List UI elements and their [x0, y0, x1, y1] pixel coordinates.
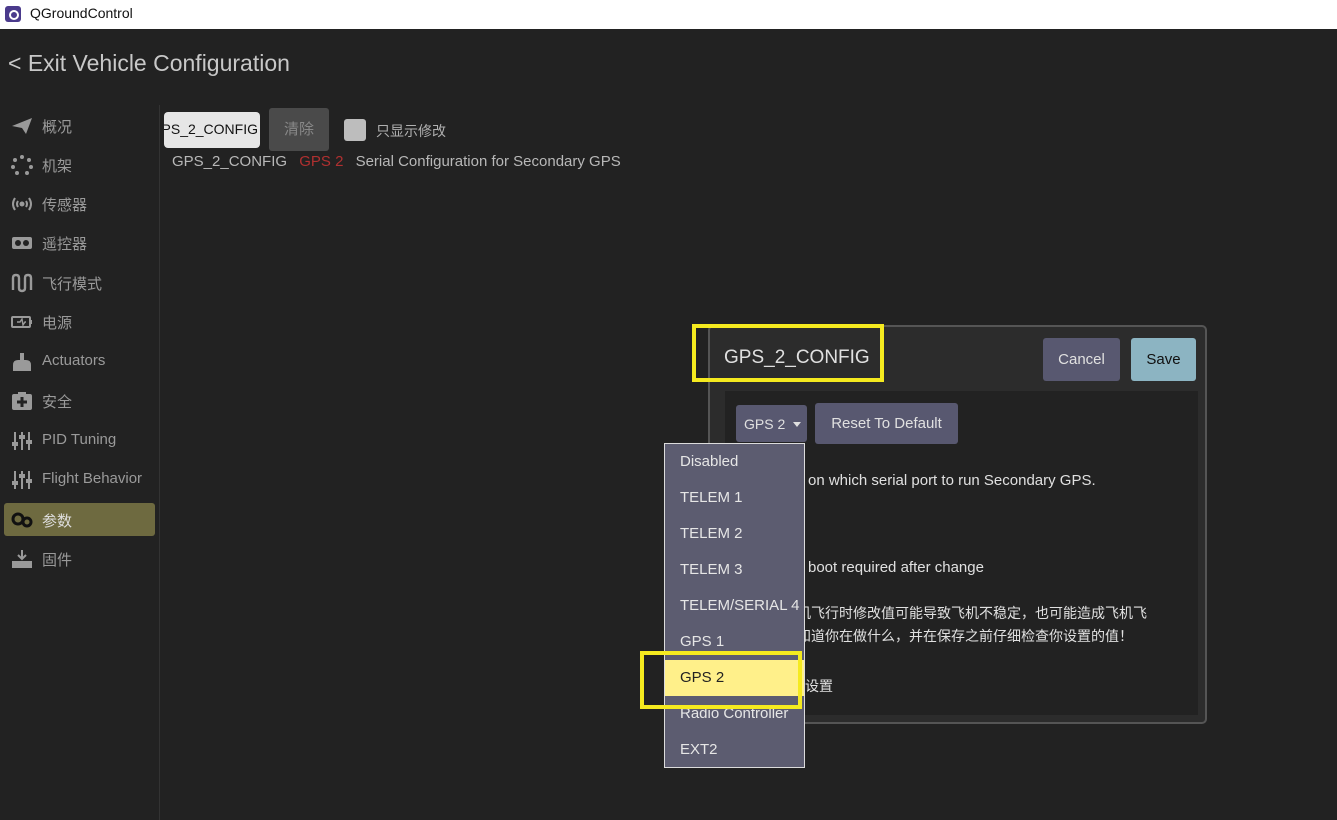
- advanced-settings-label[interactable]: 设置: [805, 676, 833, 696]
- dropdown-option[interactable]: Radio Controller: [665, 696, 804, 732]
- sidebar-item-flight-modes[interactable]: 飞行模式: [4, 266, 155, 299]
- battery-icon: [11, 312, 33, 332]
- qgroundcontrol-app-icon: [5, 6, 21, 22]
- dropdown-option[interactable]: EXT2: [665, 732, 804, 768]
- firmware-download-icon: [11, 549, 33, 569]
- parameter-row[interactable]: GPS_2_CONFIG GPS 2 Serial Configuration …: [172, 153, 621, 170]
- sidebar-item-flight-behavior[interactable]: Flight Behavior: [4, 463, 155, 496]
- cancel-button[interactable]: Cancel: [1043, 338, 1120, 381]
- gears-icon: [11, 510, 33, 530]
- parameter-name: GPS_2_CONFIG: [172, 153, 288, 170]
- sliders-icon: [11, 470, 33, 490]
- gamepad-icon: [11, 233, 33, 253]
- clear-button[interactable]: 清除: [269, 108, 329, 151]
- sidebar-item-label: 机架: [42, 158, 73, 175]
- sidebar-item-label: 参数: [42, 513, 73, 530]
- save-button[interactable]: Save: [1131, 338, 1196, 381]
- paper-plane-icon: [11, 116, 33, 136]
- parameter-long-description: on which serial port to run Secondary GP…: [808, 472, 1096, 489]
- sidebar-item-label: 电源: [42, 315, 73, 332]
- parameter-description: Serial Configuration for Secondary GPS: [355, 153, 621, 170]
- warning-text-line-1: 飞机飞行时修改值可能导致飞机不稳定，也可能造成飞机飞: [783, 606, 1147, 622]
- sidebar-item-airframe[interactable]: 机架: [4, 148, 155, 181]
- dropdown-option[interactable]: TELEM 2: [665, 516, 804, 552]
- dropdown-option[interactable]: TELEM/SERIAL 4: [665, 588, 804, 624]
- title-bar: QGroundControl: [0, 0, 1337, 29]
- sidebar-item-summary[interactable]: 概况: [4, 109, 155, 142]
- caret-down-icon: [793, 422, 801, 427]
- actuator-icon: [11, 352, 33, 372]
- parameter-value: GPS 2: [299, 153, 344, 170]
- sidebar-item-power[interactable]: 电源: [4, 305, 155, 338]
- dialog-title: GPS_2_CONFIG: [724, 347, 870, 368]
- sidebar-item-firmware[interactable]: 固件: [4, 542, 155, 575]
- frame-dots-icon: [11, 155, 33, 175]
- show-modified-label: 只显示修改: [376, 124, 446, 140]
- warning-text-line-2: 你知道你在做什么，并在保存之前仔细检查你设置的值！: [783, 629, 1133, 645]
- exit-vehicle-configuration-link[interactable]: < Exit Vehicle Configuration: [8, 50, 290, 77]
- combobox-value: GPS 2: [744, 416, 786, 432]
- sidebar-item-label: 传感器: [42, 197, 88, 214]
- dropdown-option[interactable]: TELEM 3: [665, 552, 804, 588]
- sidebar-item-parameters[interactable]: 参数: [4, 503, 155, 536]
- sidebar-item-label: 飞行模式: [42, 276, 103, 293]
- value-combobox[interactable]: GPS 2: [736, 405, 807, 442]
- sidebar-item-pid-tuning[interactable]: PID Tuning: [4, 424, 155, 457]
- sidebar: 概况 机架 传感器 遥控器 飞行模式 电源 Actuators 安全 PID T…: [0, 105, 160, 820]
- safety-plus-icon: [11, 391, 33, 411]
- value-dropdown-list: Disabled TELEM 1 TELEM 2 TELEM 3 TELEM/S…: [664, 443, 805, 768]
- dropdown-option[interactable]: TELEM 1: [665, 480, 804, 516]
- sliders-icon: [11, 431, 33, 451]
- sidebar-item-label: 遥控器: [42, 236, 88, 253]
- sidebar-item-radio[interactable]: 遥控器: [4, 226, 155, 259]
- sidebar-item-label: 概况: [42, 119, 73, 136]
- sidebar-item-label: 固件: [42, 552, 73, 569]
- show-modified-checkbox[interactable]: [344, 119, 366, 141]
- sidebar-item-label: Flight Behavior: [42, 470, 143, 487]
- sidebar-item-label: PID Tuning: [42, 431, 117, 448]
- dropdown-option-selected[interactable]: GPS 2: [665, 660, 804, 696]
- sidebar-item-actuators[interactable]: Actuators: [4, 345, 155, 378]
- sidebar-item-label: 安全: [42, 394, 73, 411]
- reset-to-default-button[interactable]: Reset To Default: [815, 403, 958, 444]
- reboot-required-note: boot required after change: [808, 559, 984, 576]
- sidebar-item-label: Actuators: [42, 352, 106, 369]
- dropdown-option[interactable]: Disabled: [665, 444, 804, 480]
- radio-waves-icon: [11, 194, 33, 214]
- flight-mode-wave-icon: [11, 273, 33, 293]
- sidebar-item-safety[interactable]: 安全: [4, 384, 155, 417]
- window-title: QGroundControl: [30, 5, 133, 21]
- parameter-search-input[interactable]: GPS_2_CONFIG: [164, 112, 260, 148]
- dropdown-option[interactable]: GPS 1: [665, 624, 804, 660]
- search-input-value: GPS_2_CONFIG: [164, 121, 258, 137]
- sidebar-item-sensors[interactable]: 传感器: [4, 187, 155, 220]
